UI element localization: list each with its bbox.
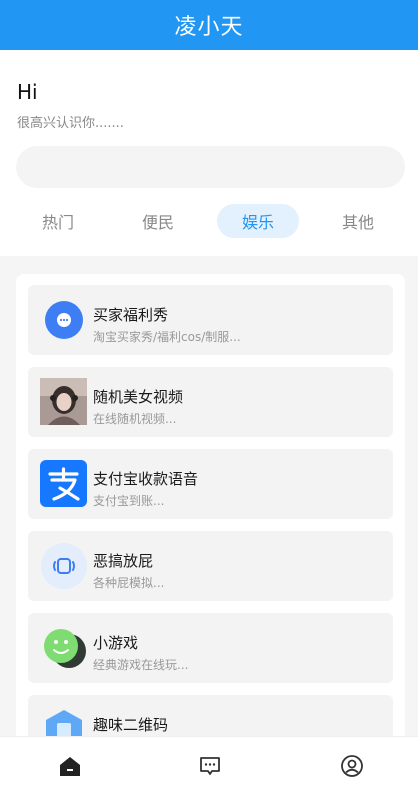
alipay-icon	[40, 460, 87, 507]
search-bar[interactable]	[16, 146, 405, 188]
list-item-fun-qrcode[interactable]: 趣味二维码	[28, 695, 393, 736]
game-face-icon	[40, 624, 87, 671]
chat-bubble-icon	[40, 296, 87, 343]
item-desc: 淘宝买家秀/福利cos/制服...	[93, 330, 241, 344]
list-item-mini-games[interactable]: 小游戏 经典游戏在线玩...	[28, 613, 393, 683]
greeting-subtitle: 很高兴认识你.......	[17, 116, 124, 131]
item-desc: 经典游戏在线玩...	[93, 658, 189, 672]
bottom-nav	[0, 736, 418, 793]
list-item-buyer-show[interactable]: 买家福利秀 淘宝买家秀/福利cos/制服...	[28, 285, 393, 355]
sound-icon	[40, 542, 87, 589]
item-name: 小游戏	[93, 634, 139, 652]
tab-other[interactable]: 其他	[317, 204, 399, 238]
item-name: 趣味二维码	[93, 716, 169, 734]
greeting-hi: Hi	[17, 80, 38, 104]
message-icon[interactable]	[197, 753, 223, 779]
home-icon[interactable]	[57, 753, 83, 779]
app-header: 凌小天	[0, 0, 418, 50]
category-tabs: 热门 便民 娱乐 其他	[0, 204, 418, 240]
app-title: 凌小天	[174, 15, 244, 40]
item-name: 买家福利秀	[93, 306, 169, 324]
list-item-random-video[interactable]: 随机美女视频 在线随机视频...	[28, 367, 393, 437]
item-desc: 在线随机视频...	[93, 412, 177, 426]
qrcode-hexagon-icon	[40, 706, 87, 736]
item-name: 支付宝收款语音	[93, 470, 199, 488]
content-area: 买家福利秀 淘宝买家秀/福利cos/制服... 随机美女视频 在线随机视频...	[0, 256, 418, 736]
item-name: 恶搞放屁	[93, 552, 154, 570]
profile-icon[interactable]	[339, 753, 365, 779]
tab-entertainment[interactable]: 娱乐	[217, 204, 299, 238]
item-name: 随机美女视频	[93, 388, 184, 406]
portrait-thumbnail	[40, 378, 87, 425]
greeting: Hi 很高兴认识你.......	[17, 80, 124, 131]
tool-list: 买家福利秀 淘宝买家秀/福利cos/制服... 随机美女视频 在线随机视频...	[16, 274, 405, 736]
tab-convenience[interactable]: 便民	[117, 204, 199, 238]
item-desc: 支付宝到账...	[93, 494, 165, 508]
list-item-prank-fart[interactable]: 恶搞放屁 各种屁模拟...	[28, 531, 393, 601]
list-item-alipay-voice[interactable]: 支付宝收款语音 支付宝到账...	[28, 449, 393, 519]
item-desc: 各种屁模拟...	[93, 576, 165, 590]
tab-hot[interactable]: 热门	[17, 204, 99, 238]
